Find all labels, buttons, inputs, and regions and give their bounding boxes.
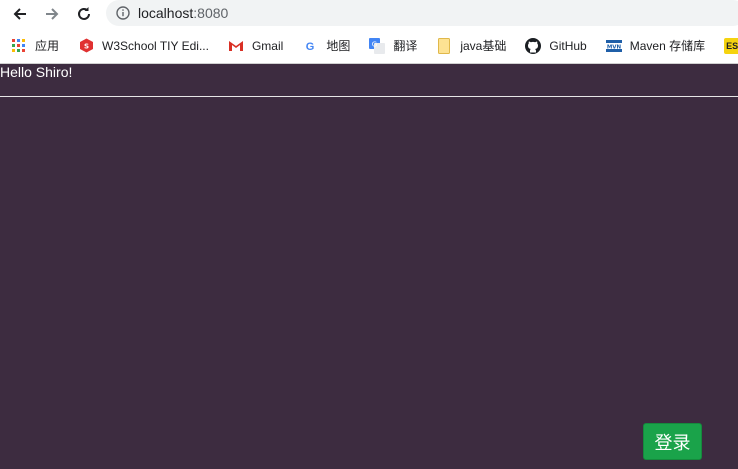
greeting-text: Hello Shiro! [0,64,73,80]
bookmark-maven[interactable]: MVN Maven 存储库 [595,32,713,60]
bookmark-label: 地图 [326,39,351,53]
bookmark-java[interactable]: java基础 [425,32,514,60]
page-content: Hello Shiro! 登录 [0,64,738,469]
translate-icon: G [369,37,386,54]
bookmark-es[interactable]: ES [713,32,738,60]
maven-icon: MVN [605,38,622,54]
bookmark-label: GitHub [549,38,587,53]
folder-icon [436,37,452,54]
bookmark-label: Gmail [251,38,284,53]
browser-toolbar: localhost:8080 [0,0,738,28]
reload-icon[interactable] [72,2,96,26]
url-text: localhost:8080 [138,5,229,21]
bookmark-translate[interactable]: G 翻译 [358,32,425,60]
back-arrow-icon[interactable] [8,2,32,26]
es-icon: ES [724,37,738,54]
forward-arrow-icon[interactable] [40,2,64,26]
bookmark-label: 翻译 [393,39,418,53]
bookmark-label: 应用 [35,39,60,53]
google-icon: G [302,38,318,54]
bookmark-label: Maven 存储库 [629,39,706,53]
svg-text:MVN: MVN [607,44,622,50]
svg-text:S: S [83,43,88,51]
info-icon[interactable] [116,6,130,20]
bookmark-github[interactable]: GitHub [514,32,594,60]
github-icon [525,37,542,54]
bookmark-label: W3School TIY Edi... [102,38,209,53]
bookmark-apps[interactable]: 应用 [0,32,67,60]
bookmarks-bar: 应用 S W3School TIY Edi... Gmail G 地图 G 翻译… [0,28,738,64]
w3school-icon: S [78,38,94,54]
bookmark-label: java基础 [460,39,507,53]
gmail-icon [228,38,244,54]
bookmark-w3school[interactable]: S W3School TIY Edi... [67,32,217,60]
svg-text:G: G [372,40,377,48]
bookmark-gmail[interactable]: Gmail [217,32,291,60]
login-button[interactable]: 登录 [643,423,702,460]
divider [0,96,738,97]
svg-text:G: G [306,41,315,52]
address-bar[interactable]: localhost:8080 [106,0,738,26]
apps-grid-icon [11,38,27,54]
bookmark-maps[interactable]: G 地图 [291,32,358,60]
